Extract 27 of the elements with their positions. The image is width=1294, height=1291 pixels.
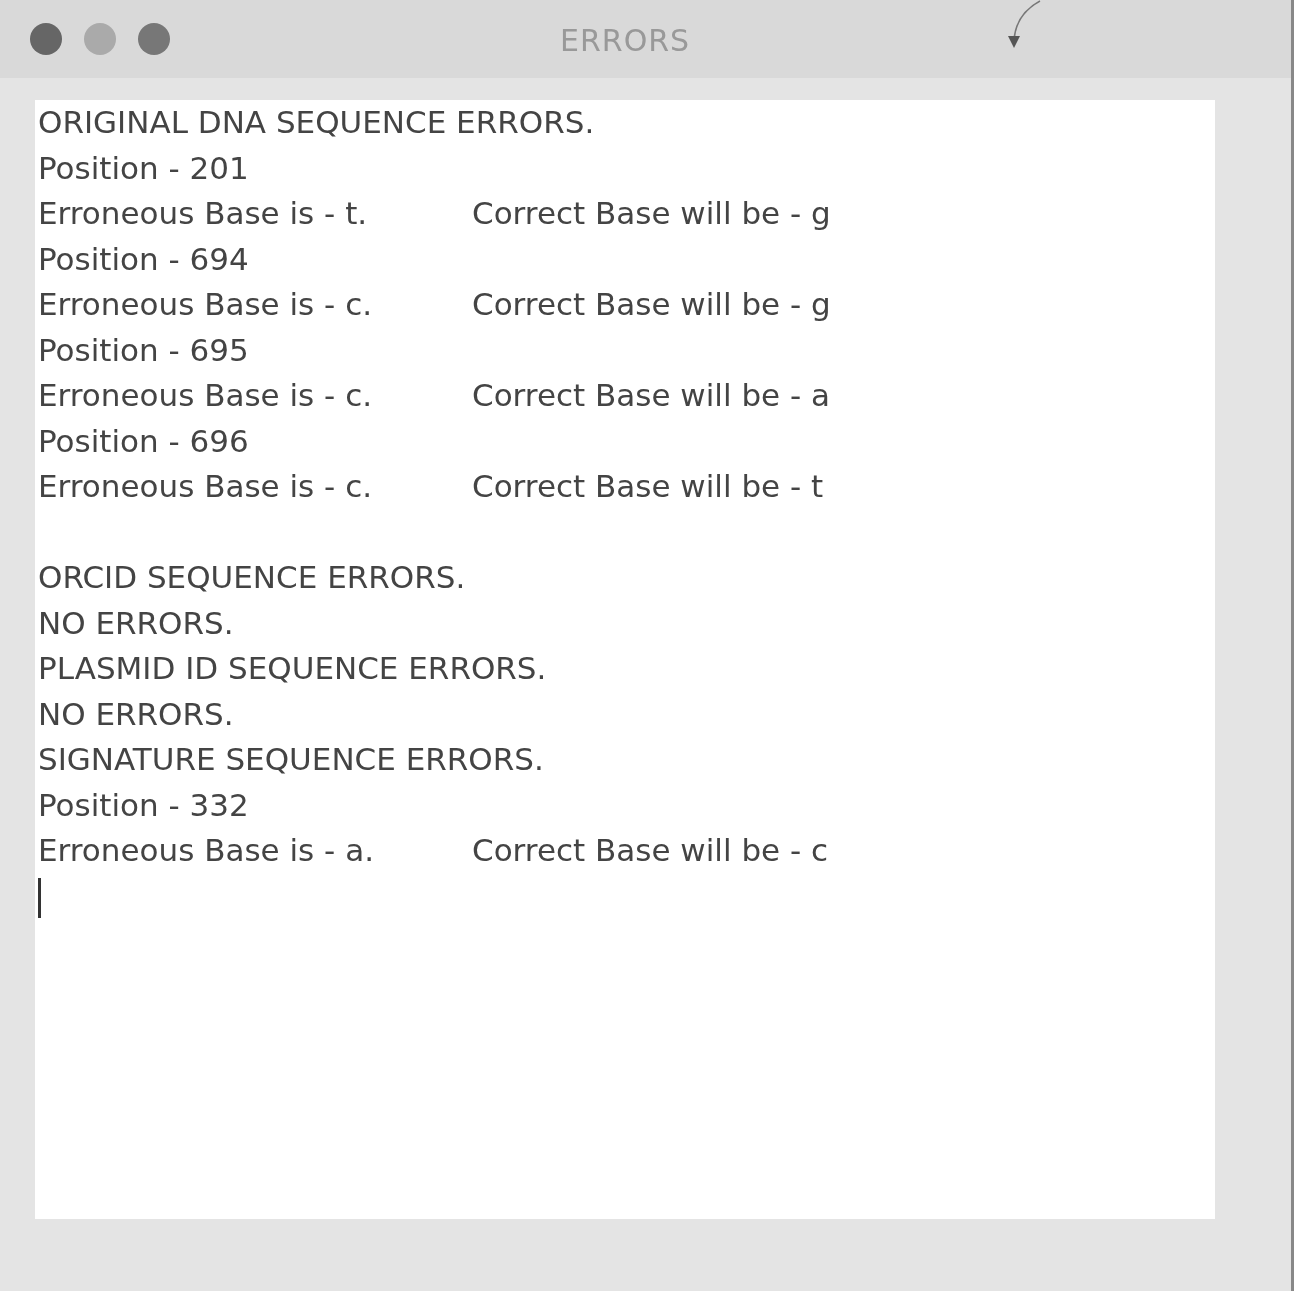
correct-base-text: Correct Base will be - c <box>472 831 829 870</box>
erroneous-base-text: Erroneous Base is - c. <box>38 376 374 415</box>
close-button[interactable] <box>30 23 62 55</box>
correct-base-text: Correct Base will be - t <box>472 467 824 506</box>
erroneous-base-text: Erroneous Base is - c. <box>38 467 374 506</box>
erroneous-base-text: Erroneous Base is - a. <box>38 831 375 870</box>
error-text-area[interactable] <box>35 100 1215 1219</box>
erroneous-base-text: Erroneous Base is - c. <box>38 285 374 324</box>
text-line: NO ERRORS. <box>38 694 235 734</box>
zoom-button[interactable] <box>138 23 170 55</box>
arrow-drawing <box>1007 0 1042 49</box>
text-line: Position - 332 <box>38 785 250 825</box>
section-heading: SIGNATURE SEQUENCE ERRORS. <box>38 740 545 779</box>
text-line: Position - 695 <box>38 330 250 370</box>
text-cursor <box>38 877 41 918</box>
text-line: Position - 201 <box>38 148 250 188</box>
section-heading: ORIGINAL DNA SEQUENCE ERRORS. <box>38 103 596 142</box>
section-heading: ORCID SEQUENCE ERRORS. <box>38 558 467 597</box>
window-title: ERRORS <box>560 22 691 60</box>
text-line: Position - 696 <box>38 421 250 461</box>
text-line: Position - 694 <box>38 239 250 279</box>
correct-base-text: Correct Base will be - a <box>472 376 831 415</box>
correct-base-text: Correct Base will be - g <box>472 285 831 324</box>
correct-base-text: Correct Base will be - g <box>472 194 831 233</box>
text-line: NO ERRORS. <box>38 603 235 643</box>
section-heading: PLASMID ID SEQUENCE ERRORS. <box>38 649 548 688</box>
erroneous-base-text: Erroneous Base is - t. <box>38 194 369 233</box>
